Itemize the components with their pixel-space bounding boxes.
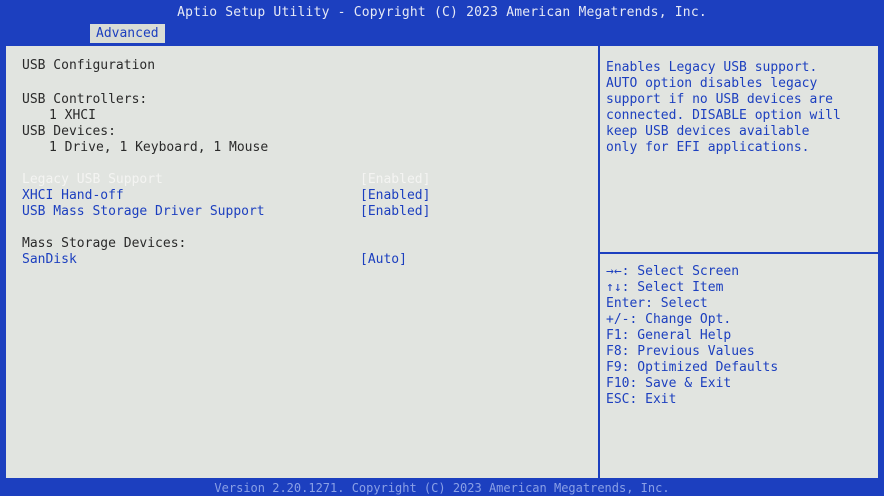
usb-controllers-label: USB Controllers: <box>22 92 148 107</box>
usb-devices-label: USB Devices: <box>22 124 116 139</box>
vertical-divider <box>598 46 600 478</box>
app-title: Aptio Setup Utility - Copyright (C) 2023… <box>177 5 707 20</box>
legacy-usb-support-label[interactable]: Legacy USB Support <box>22 172 163 188</box>
help-divider <box>600 252 878 254</box>
key-optimized-defaults: F9: Optimized Defaults <box>606 360 779 375</box>
usb-controllers-value: 1 XHCI <box>49 108 96 123</box>
section-title: USB Configuration <box>22 58 156 73</box>
key-previous-values: F8: Previous Values <box>606 344 755 359</box>
usb-mass-storage-driver-label[interactable]: USB Mass Storage Driver Support <box>22 204 265 220</box>
key-save-exit: F10: Save & Exit <box>606 376 732 391</box>
help-line: AUTO option disables legacy <box>606 76 818 91</box>
key-general-help: F1: General Help <box>606 328 732 343</box>
main-frame: USB Configuration USB Controllers: 1 XHC… <box>4 44 880 480</box>
help-line: Enables Legacy USB support. <box>606 60 818 75</box>
sandisk-value[interactable]: [Auto] <box>360 252 407 268</box>
footer-version: Version 2.20.1271. Copyright (C) 2023 Am… <box>0 480 884 496</box>
help-text: Enables Legacy USB support. AUTO option … <box>606 60 874 156</box>
sandisk-label[interactable]: SanDisk <box>22 252 77 268</box>
title-bar: Aptio Setup Utility - Copyright (C) 2023… <box>0 0 884 44</box>
usb-devices-value: 1 Drive, 1 Keyboard, 1 Mouse <box>49 140 269 155</box>
key-select-item: ↑↓: Select Item <box>606 280 724 295</box>
key-change-opt: +/-: Change Opt. <box>606 312 732 327</box>
key-select-screen: →←: Select Screen <box>606 264 740 279</box>
help-line: only for EFI applications. <box>606 140 810 155</box>
help-line: connected. DISABLE option will <box>606 108 841 123</box>
usb-mass-storage-driver-value[interactable]: [Enabled] <box>360 204 430 220</box>
key-enter-select: Enter: Select <box>606 296 708 311</box>
mass-storage-devices-label: Mass Storage Devices: <box>22 236 187 251</box>
help-line: support if no USB devices are <box>606 92 833 107</box>
key-exit: ESC: Exit <box>606 392 677 407</box>
tab-advanced[interactable]: Advanced <box>90 24 165 43</box>
xhci-hand-off-label[interactable]: XHCI Hand-off <box>22 188 124 204</box>
key-legend: →←: Select Screen ↑↓: Select Item Enter:… <box>606 264 874 408</box>
xhci-hand-off-value[interactable]: [Enabled] <box>360 188 430 204</box>
help-line: keep USB devices available <box>606 124 810 139</box>
legacy-usb-support-value[interactable]: [Enabled] <box>360 172 430 188</box>
